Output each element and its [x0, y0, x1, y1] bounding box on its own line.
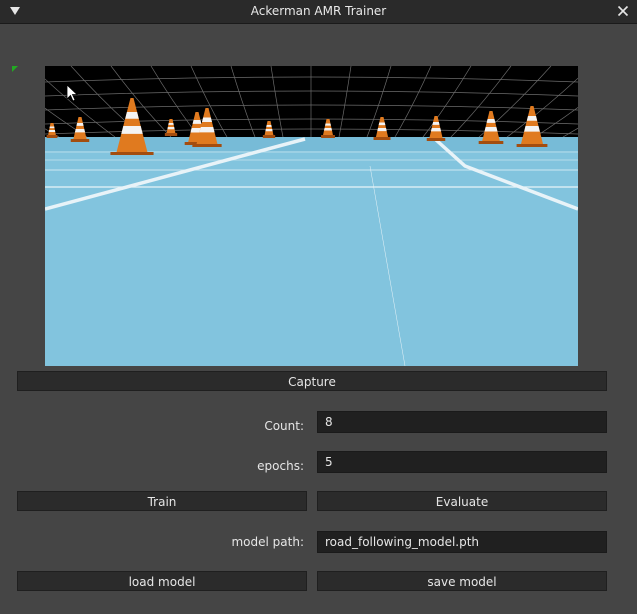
model-path-input[interactable]: road_following_model.pth [317, 531, 607, 553]
window-title: Ackerman AMR Trainer [250, 4, 387, 18]
mouse-cursor-icon [66, 84, 78, 102]
count-input[interactable]: 8 [317, 411, 607, 433]
epochs-label: epochs: [257, 459, 304, 473]
count-label: Count: [264, 419, 304, 433]
camera-viewport [45, 66, 578, 366]
train-button[interactable]: Train [17, 491, 307, 511]
evaluate-button[interactable]: Evaluate [317, 491, 607, 511]
title-bar[interactable]: Ackerman AMR Trainer [0, 0, 637, 24]
close-icon[interactable] [617, 5, 629, 17]
save-model-button[interactable]: save model [317, 571, 607, 591]
status-marker-icon [12, 66, 18, 72]
floor [45, 137, 578, 366]
model-path-label: model path: [231, 535, 304, 549]
epochs-input[interactable]: 5 [317, 451, 607, 473]
load-model-button[interactable]: load model [17, 571, 307, 591]
capture-button[interactable]: Capture [17, 371, 607, 391]
